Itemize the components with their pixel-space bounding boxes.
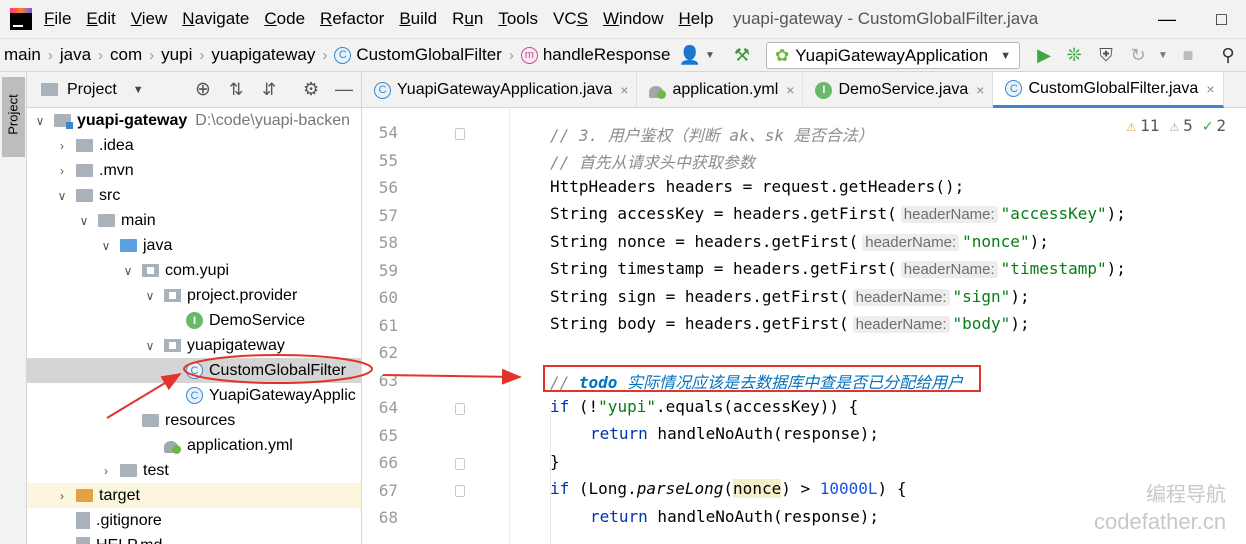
annotation-arrow (382, 368, 522, 385)
watermark-url: codefather.cn (1094, 509, 1227, 534)
watermark-text: 编程导航 (1146, 484, 1226, 506)
annotation-arrow (106, 372, 182, 419)
annotation-ellipse (183, 354, 373, 384)
annotation-overlay (106, 354, 522, 419)
